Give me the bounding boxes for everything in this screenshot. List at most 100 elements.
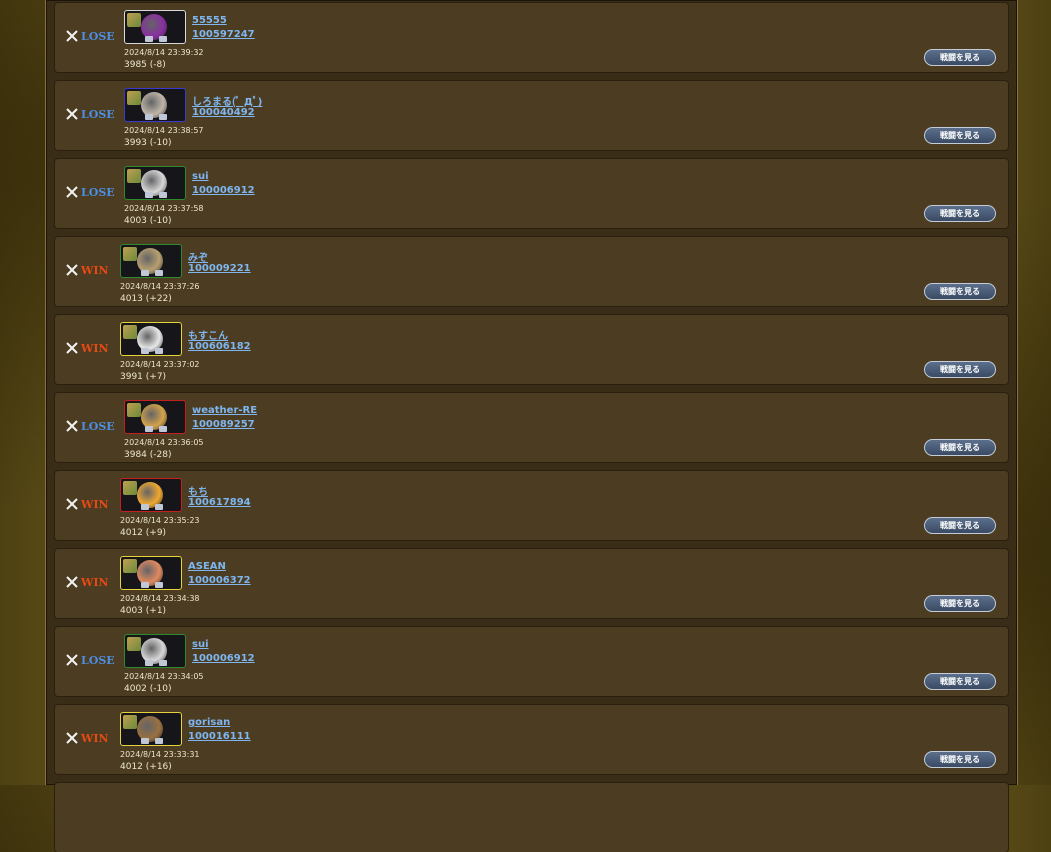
crossed-swords-icon [66, 498, 78, 510]
match-row: WIN ASEAN 100006372 2024/8/14 23:34:38 4003 … [55, 549, 1008, 618]
match-result: LOSE [66, 107, 115, 121]
opponent-id-link[interactable]: 100617894 [188, 497, 251, 508]
rating-score: 4012 (+9) [120, 528, 167, 538]
match-result: LOSE [66, 419, 115, 433]
rating-score: 4013 (+22) [120, 294, 172, 304]
rating-score: 3993 (-10) [124, 138, 172, 148]
match-result: LOSE [66, 185, 115, 199]
match-timestamp: 2024/8/14 23:37:58 [124, 204, 204, 213]
crossed-swords-icon [66, 654, 78, 666]
result-label: LOSE [81, 107, 115, 121]
leader-stone-icon [123, 559, 137, 573]
opponent-id-link[interactable]: 100006912 [192, 185, 255, 196]
match-timestamp: 2024/8/14 23:36:05 [124, 438, 204, 447]
opponent-name-link[interactable]: みぞ [188, 249, 208, 264]
result-label: LOSE [81, 419, 115, 433]
opponent-name-link[interactable]: ASEAN [188, 561, 226, 572]
crossed-swords-icon [66, 732, 78, 744]
match-result: WIN [66, 263, 109, 277]
crossed-swords-icon [66, 420, 78, 432]
match-result: WIN [66, 575, 109, 589]
match-row [55, 783, 1008, 852]
opponent-deck-icon[interactable] [120, 712, 182, 746]
view-battle-button[interactable]: 戦闘を見る [924, 361, 996, 378]
result-label: LOSE [81, 29, 115, 43]
match-result: WIN [66, 731, 109, 745]
gem-icon [141, 270, 149, 276]
gem-icon [145, 114, 153, 120]
leader-stone-icon [123, 325, 137, 339]
opponent-id-link[interactable]: 100009221 [188, 263, 251, 274]
gem-icon [145, 426, 153, 432]
match-timestamp: 2024/8/14 23:35:23 [120, 516, 200, 525]
leader-stone-icon [127, 403, 141, 417]
view-battle-button[interactable]: 戦闘を見る [924, 283, 996, 300]
opponent-deck-icon[interactable] [124, 166, 186, 200]
result-label: WIN [81, 575, 109, 589]
result-label: WIN [81, 731, 109, 745]
view-battle-button[interactable]: 戦闘を見る [924, 751, 996, 768]
gem-icon [141, 504, 149, 510]
opponent-name-link[interactable]: weather-RE [192, 405, 257, 416]
opponent-deck-icon[interactable] [124, 88, 186, 122]
opponent-name-link[interactable]: sui [192, 171, 209, 182]
opponent-name-link[interactable]: もち [188, 483, 208, 498]
opponent-id-link[interactable]: 100006912 [192, 653, 255, 664]
match-timestamp: 2024/8/14 23:38:57 [124, 126, 204, 135]
opponent-deck-icon[interactable] [124, 634, 186, 668]
opponent-id-link[interactable]: 100040492 [192, 107, 255, 118]
view-battle-button[interactable]: 戦闘を見る [924, 49, 996, 66]
crossed-swords-icon [66, 186, 78, 198]
crossed-swords-icon [66, 30, 78, 42]
match-row: WIN もち 100617894 2024/8/14 23:35:23 4012 (+9… [55, 471, 1008, 540]
opponent-deck-icon[interactable] [120, 478, 182, 512]
opponent-id-link[interactable]: 100606182 [188, 341, 251, 352]
match-row: LOSE しろまる(ﾟ Дﾟ) 100040492 2024/8/14 23:38:5… [55, 81, 1008, 150]
match-timestamp: 2024/8/14 23:34:38 [120, 594, 200, 603]
match-result: WIN [66, 497, 109, 511]
opponent-deck-icon[interactable] [124, 10, 186, 44]
view-battle-button[interactable]: 戦闘を見る [924, 439, 996, 456]
leader-stone-icon [127, 169, 141, 183]
match-result: LOSE [66, 653, 115, 667]
crossed-swords-icon [66, 342, 78, 354]
result-label: WIN [81, 497, 109, 511]
opponent-name-link[interactable]: 55555 [192, 15, 227, 26]
match-row: LOSE sui 100006912 2024/8/14 23:34:05 4002 (… [55, 627, 1008, 696]
match-row: LOSE sui 100006912 2024/8/14 23:37:58 4003 (… [55, 159, 1008, 228]
opponent-deck-icon[interactable] [120, 244, 182, 278]
gem-icon [155, 738, 163, 744]
leader-stone-icon [127, 637, 141, 651]
crossed-swords-icon [66, 108, 78, 120]
match-timestamp: 2024/8/14 23:39:32 [124, 48, 204, 57]
view-battle-button[interactable]: 戦闘を見る [924, 595, 996, 612]
opponent-deck-icon[interactable] [124, 400, 186, 434]
gem-icon [145, 660, 153, 666]
gem-icon [155, 270, 163, 276]
gem-icon [159, 192, 167, 198]
opponent-deck-icon[interactable] [120, 556, 182, 590]
gem-icon [155, 504, 163, 510]
opponent-id-link[interactable]: 100006372 [188, 575, 251, 586]
gem-icon [145, 36, 153, 42]
opponent-deck-icon[interactable] [120, 322, 182, 356]
opponent-id-link[interactable]: 100016111 [188, 731, 251, 742]
result-label: LOSE [81, 185, 115, 199]
match-row: WIN みぞ 100009221 2024/8/14 23:37:26 4013 (+2… [55, 237, 1008, 306]
opponent-id-link[interactable]: 100089257 [192, 419, 255, 430]
view-battle-button[interactable]: 戦闘を見る [924, 517, 996, 534]
crossed-swords-icon [66, 576, 78, 588]
opponent-name-link[interactable]: しろまる(ﾟ Дﾟ) [192, 93, 262, 108]
opponent-name-link[interactable]: もすこん [188, 327, 228, 342]
rating-score: 4012 (+16) [120, 762, 172, 772]
view-battle-button[interactable]: 戦闘を見る [924, 205, 996, 222]
view-battle-button[interactable]: 戦闘を見る [924, 127, 996, 144]
opponent-name-link[interactable]: gorisan [188, 717, 230, 728]
opponent-id-link[interactable]: 100597247 [192, 29, 255, 40]
match-result: WIN [66, 341, 109, 355]
leader-stone-icon [123, 481, 137, 495]
gem-icon [159, 114, 167, 120]
gem-icon [159, 426, 167, 432]
opponent-name-link[interactable]: sui [192, 639, 209, 650]
view-battle-button[interactable]: 戦闘を見る [924, 673, 996, 690]
